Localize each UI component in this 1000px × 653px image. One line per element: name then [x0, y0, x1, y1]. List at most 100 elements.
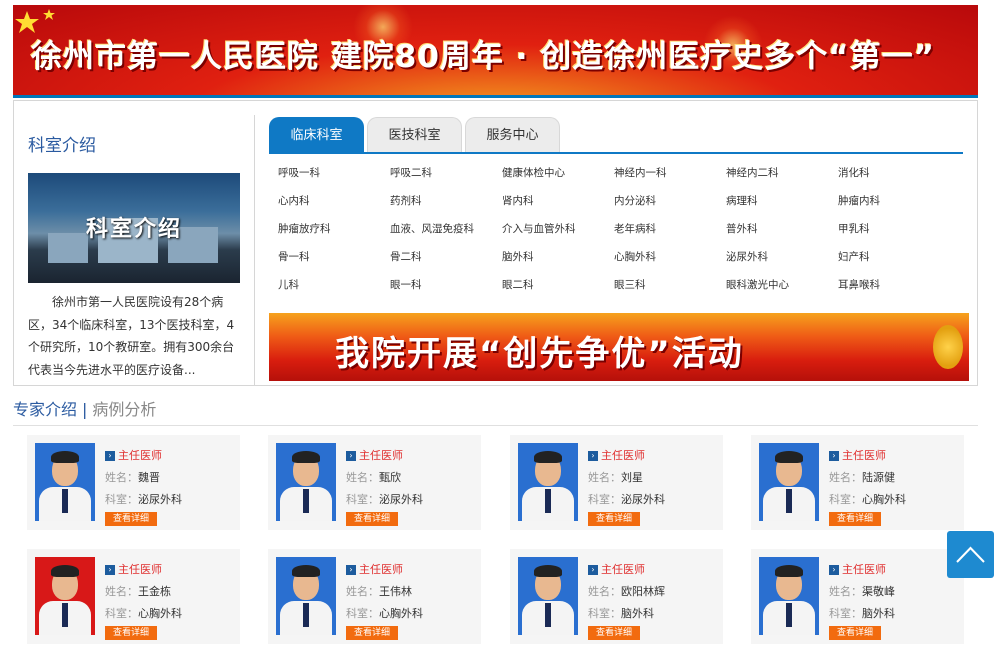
dept-link[interactable]: 呼吸二科 — [390, 165, 432, 180]
view-detail-button[interactable]: 查看详细 — [346, 626, 398, 640]
doctor-dept-value: 脑外科 — [621, 607, 654, 620]
dept-link[interactable]: 泌尿外科 — [726, 249, 768, 264]
doctor-photo[interactable] — [759, 557, 819, 635]
doctor-dept: 科室：脑外科 — [588, 603, 665, 625]
doctor-dept-value: 心胸外科 — [379, 607, 423, 620]
dept-link[interactable]: 心内科 — [278, 193, 310, 208]
dept-link[interactable]: 消化科 — [838, 165, 870, 180]
tab-experts[interactable]: 专家介绍 — [13, 400, 77, 419]
view-detail-button[interactable]: 查看详细 — [588, 626, 640, 640]
doctor-role-label: 主任医师 — [118, 449, 162, 462]
dept-link[interactable]: 骨二科 — [390, 249, 422, 264]
dept-link[interactable]: 肿瘤内科 — [838, 193, 880, 208]
view-detail-button[interactable]: 查看详细 — [105, 626, 157, 640]
doctor-photo[interactable] — [276, 443, 336, 521]
doctor-role: › 主任医师 — [829, 559, 895, 581]
doctor-name-value: 陆源健 — [862, 471, 895, 484]
doctor-photo[interactable] — [35, 557, 95, 635]
dept-link[interactable]: 儿科 — [278, 277, 299, 292]
doctor-dept-value: 泌尿外科 — [621, 493, 665, 506]
arrow-right-icon: › — [105, 451, 115, 461]
doctor-role-label: 主任医师 — [842, 449, 886, 462]
view-detail-button[interactable]: 查看详细 — [105, 512, 157, 526]
doctor-name-value: 渠敬峰 — [862, 585, 895, 598]
dept-link[interactable]: 妇产科 — [838, 249, 870, 264]
dept-intro-title[interactable]: 科室介绍 — [28, 131, 96, 156]
doctor-role: › 主任医师 — [346, 445, 423, 467]
arrow-right-icon: › — [829, 565, 839, 575]
dept-link[interactable]: 病理科 — [726, 193, 758, 208]
view-detail-button[interactable]: 查看详细 — [829, 626, 881, 640]
doctor-photo[interactable] — [759, 443, 819, 521]
dept-link[interactable]: 脑外科 — [502, 249, 534, 264]
dept-link[interactable]: 内分泌科 — [614, 193, 656, 208]
doctor-name-value: 魏晋 — [138, 471, 160, 484]
doctor-card[interactable]: › 主任医师 姓名：王伟林 科室：心胸外科 查看详细 — [268, 549, 481, 644]
doctor-role: › 主任医师 — [105, 559, 182, 581]
dept-link[interactable]: 普外科 — [726, 221, 758, 236]
view-detail-button[interactable]: 查看详细 — [346, 512, 398, 526]
dept-link[interactable]: 甲乳科 — [838, 221, 870, 236]
dept-link[interactable]: 心胸外科 — [614, 249, 656, 264]
experts-heading: 专家介绍 | 病例分析 — [13, 396, 156, 420]
dept-link[interactable]: 眼三科 — [614, 277, 646, 292]
top-banner[interactable]: 徐州市第一人民医院 建院80周年 · 创造徐州医疗史多个“第一” — [13, 5, 978, 98]
view-detail-button[interactable]: 查看详细 — [829, 512, 881, 526]
doctor-card[interactable]: › 主任医师 姓名：渠敬峰 科室：脑外科 查看详细 — [751, 549, 964, 644]
doctor-card[interactable]: › 主任医师 姓名：魏晋 科室：泌尿外科 查看详细 — [27, 435, 240, 530]
activity-banner[interactable]: 我院开展“创先争优”活动 — [269, 313, 969, 381]
dept-link[interactable]: 肿瘤放疗科 — [278, 221, 331, 236]
doctor-info: › 主任医师 姓名：王伟林 科室：心胸外科 — [346, 559, 423, 625]
doctor-role-label: 主任医师 — [359, 449, 403, 462]
doctor-card[interactable]: › 主任医师 姓名：刘星 科室：泌尿外科 查看详细 — [510, 435, 723, 530]
dept-link[interactable]: 眼二科 — [502, 277, 534, 292]
dept-link[interactable]: 呼吸一科 — [278, 165, 320, 180]
dept-link[interactable]: 眼科激光中心 — [726, 277, 789, 292]
arrow-right-icon: › — [105, 565, 115, 575]
tab-medical-tech[interactable]: 医技科室 — [367, 117, 462, 152]
dept-link[interactable]: 神经内二科 — [726, 165, 779, 180]
department-panel: 科室介绍 科室介绍 徐州市第一人民医院设有28个病区，34个临床科室，13个医技… — [13, 100, 978, 386]
name-key: 姓名： — [105, 471, 138, 484]
doctor-card[interactable]: › 主任医师 姓名：甄欣 科室：泌尿外科 查看详细 — [268, 435, 481, 530]
doctor-photo[interactable] — [276, 557, 336, 635]
dept-link[interactable]: 眼一科 — [390, 277, 422, 292]
divider — [254, 115, 255, 386]
dept-intro-text: 徐州市第一人民医院设有28个病区，34个临床科室，13个医技科室，4个研究所，1… — [28, 295, 235, 377]
dept-link[interactable]: 肾内科 — [502, 193, 534, 208]
doctor-photo[interactable] — [35, 443, 95, 521]
doctor-role-label: 主任医师 — [601, 563, 645, 576]
top-banner-title: 徐州市第一人民医院 建院80周年 · 创造徐州医疗史多个“第一” — [31, 39, 936, 75]
photo-caption: 科室介绍 — [86, 217, 183, 242]
activity-banner-title: 我院开展“创先争优”活动 — [335, 334, 744, 374]
dept-link[interactable]: 介入与血管外科 — [502, 221, 576, 236]
view-detail-button[interactable]: 查看详细 — [588, 512, 640, 526]
doctor-name-value: 王金栋 — [138, 585, 171, 598]
tab-service-center[interactable]: 服务中心 — [465, 117, 560, 152]
doctor-name: 姓名：刘星 — [588, 467, 665, 489]
doctor-dept-value: 心胸外科 — [138, 607, 182, 620]
dept-link[interactable]: 神经内一科 — [614, 165, 667, 180]
doctor-photo[interactable] — [518, 557, 578, 635]
doctor-card[interactable]: › 主任医师 姓名：欧阳林辉 科室：脑外科 查看详细 — [510, 549, 723, 644]
dept-link[interactable]: 健康体检中心 — [502, 165, 565, 180]
dept-link[interactable]: 骨一科 — [278, 249, 310, 264]
doctor-role-label: 主任医师 — [359, 563, 403, 576]
dept-link[interactable]: 药剂科 — [390, 193, 422, 208]
dept-link[interactable]: 老年病科 — [614, 221, 656, 236]
doctor-card[interactable]: › 主任医师 姓名：王金栋 科室：心胸外科 查看详细 — [27, 549, 240, 644]
doctor-role-label: 主任医师 — [118, 563, 162, 576]
dept-intro-photo[interactable]: 科室介绍 — [28, 173, 240, 283]
doctor-photo[interactable] — [518, 443, 578, 521]
tab-case-analysis[interactable]: 病例分析 — [92, 400, 156, 419]
name-key: 姓名： — [829, 585, 862, 598]
tab-clinical[interactable]: 临床科室 — [269, 117, 364, 152]
dept-link[interactable]: 血液、风湿免疫科 — [390, 221, 474, 236]
dept-key: 科室： — [105, 493, 138, 506]
dept-link[interactable]: 耳鼻喉科 — [838, 277, 880, 292]
back-to-top-button[interactable] — [947, 531, 994, 578]
doctor-info: › 主任医师 姓名：甄欣 科室：泌尿外科 — [346, 445, 423, 511]
doctor-info: › 主任医师 姓名：刘星 科室：泌尿外科 — [588, 445, 665, 511]
doctor-info: › 主任医师 姓名：魏晋 科室：泌尿外科 — [105, 445, 182, 511]
doctor-card[interactable]: › 主任医师 姓名：陆源健 科室：心胸外科 查看详细 — [751, 435, 964, 530]
